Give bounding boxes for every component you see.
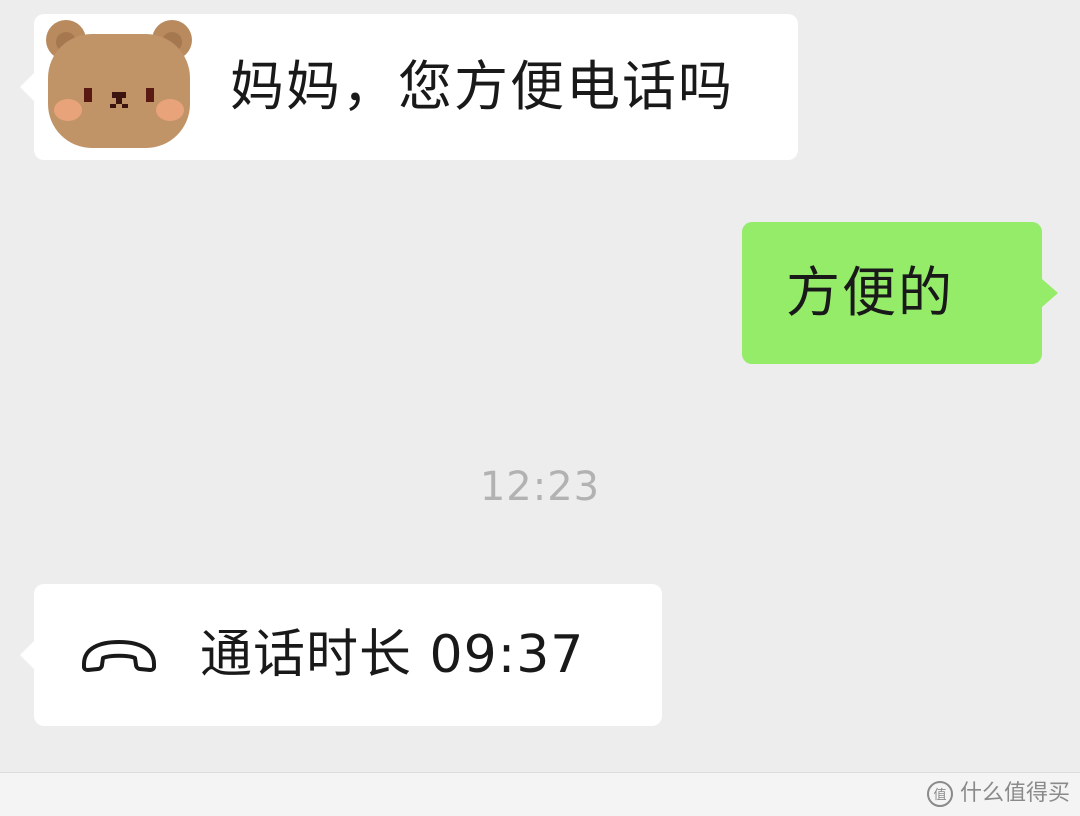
watermark-text: 什么值得买 — [959, 781, 1070, 806]
input-bar: 值 什么值得买 — [0, 772, 1080, 816]
chat-area[interactable]: 妈妈，您方便电话吗 方便的 12:23 通话时长 09:37 — [0, 0, 1080, 772]
bear-avatar[interactable] — [40, 18, 198, 150]
watermark: 值 什么值得买 — [926, 780, 1070, 808]
call-duration-text: 通话时长 09:37 — [200, 625, 585, 685]
call-record-bubble[interactable]: 通话时长 09:37 — [20, 584, 662, 726]
svg-text:值: 值 — [933, 787, 946, 803]
outgoing-message-bubble[interactable]: 方便的 — [742, 222, 1058, 364]
message-text: 方便的 — [786, 261, 954, 324]
message-timestamp: 12:23 — [479, 464, 601, 510]
phone-hangup-icon — [78, 638, 160, 672]
watermark-logo-icon: 值 — [926, 781, 953, 807]
message-text: 妈妈，您方便电话吗 — [230, 55, 734, 118]
